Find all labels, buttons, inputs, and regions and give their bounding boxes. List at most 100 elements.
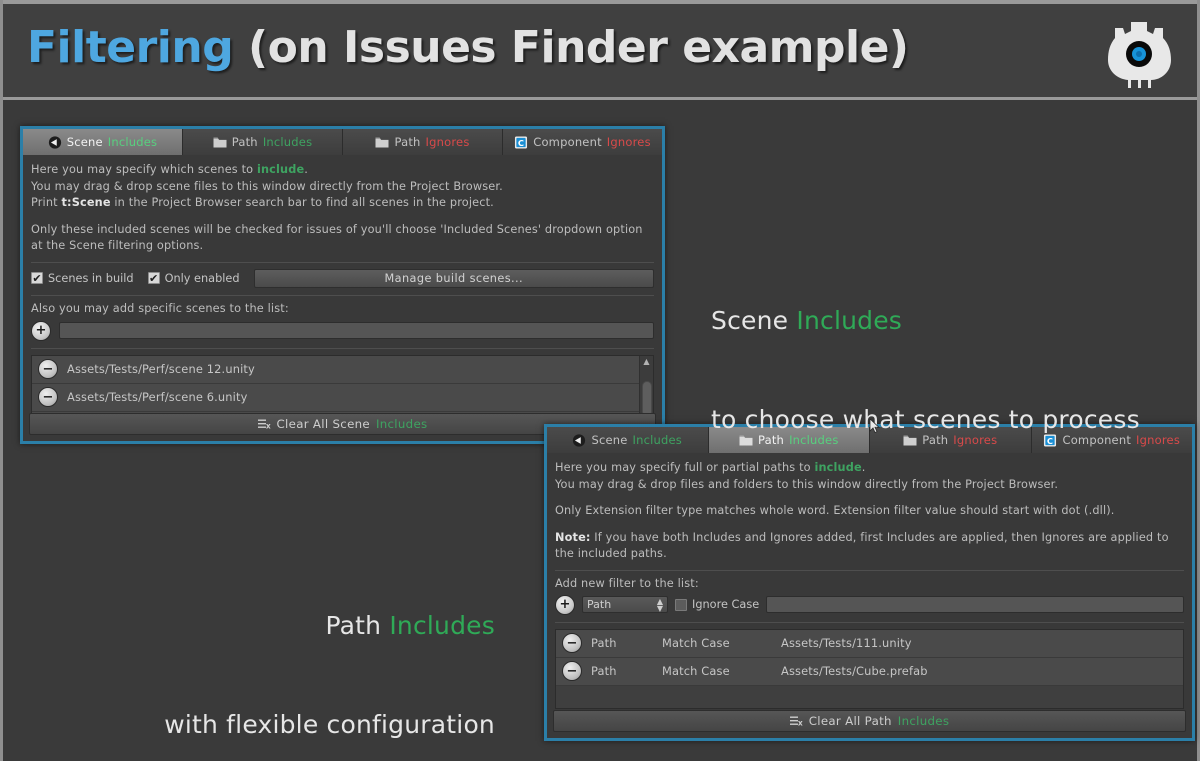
clear-list-icon: x xyxy=(789,716,803,727)
chevron-updown-icon: ▲ ▼ xyxy=(656,596,663,613)
checkbox-label: Ignore Case xyxy=(692,598,760,611)
filter-case: Match Case xyxy=(662,636,730,650)
desc-line-4: Only these included scenes will be check… xyxy=(31,222,643,253)
checkbox-ignore-case[interactable]: Ignore Case xyxy=(675,598,759,611)
divider xyxy=(31,294,654,296)
path-add-row: + Path ▲ ▼ Ignore Case xyxy=(555,594,1184,615)
header-banner: Filtering (on Issues Finder example) xyxy=(3,0,1197,100)
unity-logo-icon xyxy=(573,433,586,447)
tab-label-word2: Includes xyxy=(262,135,313,149)
tab-label-word2: Includes xyxy=(632,433,682,447)
divider xyxy=(555,621,1184,623)
tab-label-word2: Ignores xyxy=(1136,433,1181,447)
table-row[interactable]: − Assets/Tests/Perf/scene 6.unity xyxy=(32,383,653,412)
scene-panel-tabbar: Scene Includes Path Includes Path Ignore… xyxy=(23,129,662,155)
divider xyxy=(555,569,1184,571)
desc-line1-pre: Here you may specify which scenes to xyxy=(31,163,257,176)
desc-line-2: You may drag & drop scene files to this … xyxy=(31,179,503,193)
scrollbar-thumb[interactable] xyxy=(642,380,652,417)
scene-build-options-row: ✔ Scenes in build ✔ Only enabled Manage … xyxy=(31,268,654,288)
checkbox-mark: ✔ xyxy=(147,271,160,285)
checkbox-label: Scenes in build xyxy=(48,271,134,285)
filter-case: Match Case xyxy=(662,664,730,678)
cs-script-icon: C xyxy=(515,135,528,149)
desc-line-1: Here you may specify which scenes to inc… xyxy=(31,162,654,179)
desc-line-4: Note: If you have both Includes and Igno… xyxy=(555,530,1184,563)
annotation-line-2: with flexible configuration xyxy=(164,710,495,739)
remove-filter-button[interactable]: − xyxy=(562,633,582,653)
clear-all-label: Clear All Path xyxy=(808,714,892,728)
tab-scene-includes[interactable]: Scene Includes xyxy=(23,129,183,155)
remove-filter-button[interactable]: − xyxy=(562,661,582,681)
scene-panel-body: Here you may specify which scenes to inc… xyxy=(23,155,662,431)
folder-icon xyxy=(375,137,389,147)
tab-scene-includes[interactable]: Scene Includes xyxy=(547,427,709,453)
desc-line3-pre: Print xyxy=(31,196,62,209)
table-row[interactable]: − Path Match Case Assets/Tests/Cube.pref… xyxy=(556,657,1183,686)
tab-label-word1: Path xyxy=(231,135,258,149)
remove-scene-button[interactable]: − xyxy=(38,387,58,407)
tab-label-word1: Component xyxy=(533,135,602,149)
filter-type: Path xyxy=(591,664,617,678)
filter-value: Assets/Tests/Cube.prefab xyxy=(781,664,928,678)
clear-all-green: Includes xyxy=(897,714,950,728)
filter-type-select[interactable]: Path ▲ ▼ xyxy=(582,596,668,613)
tab-label-word2: Includes xyxy=(107,135,158,149)
checkbox-mark: ✔ xyxy=(31,271,43,285)
clear-all-green: Includes xyxy=(375,417,428,431)
clear-all-label: Clear All Scene xyxy=(276,417,370,431)
annotation-line-1: Scene Includes xyxy=(711,304,1140,337)
checkbox-scenes-in-build[interactable]: ✔ Scenes in build xyxy=(31,272,134,285)
desc-line3-bold: t:Scene xyxy=(61,196,111,209)
tab-label-word2: Ignores xyxy=(425,135,470,149)
annotation-line-2: to choose what scenes to process xyxy=(711,405,1140,434)
checkbox-label: Only enabled xyxy=(164,271,240,285)
clear-all-path-includes-button[interactable]: x Clear All Path Includes xyxy=(553,710,1186,732)
filter-list: − Path Match Case Assets/Tests/111.unity… xyxy=(555,628,1184,709)
clear-list-icon: x xyxy=(257,419,270,430)
page-title-highlight: Filtering xyxy=(27,22,234,73)
manage-build-scenes-button[interactable]: Manage build scenes... xyxy=(253,268,654,288)
tab-label-word1: Scene xyxy=(66,135,103,149)
scroll-up-icon[interactable]: ▲ xyxy=(643,356,649,367)
annotation-path-includes: Path Includes with flexible configuratio… xyxy=(73,543,495,761)
remove-scene-button[interactable]: − xyxy=(38,359,58,379)
svg-text:x: x xyxy=(798,718,803,726)
scene-add-row: + xyxy=(31,320,654,341)
checkbox-only-enabled[interactable]: ✔ Only enabled xyxy=(147,271,240,285)
filter-type: Path xyxy=(591,636,617,650)
annotation-green: Includes xyxy=(389,611,495,640)
add-filter-input[interactable] xyxy=(766,596,1184,613)
scene-description: Here you may specify which scenes to inc… xyxy=(31,162,654,255)
table-row[interactable]: − Assets/Tests/Perf/scene 12.unity xyxy=(32,355,653,384)
page-title: Filtering (on Issues Finder example) xyxy=(27,22,909,73)
desc-line1-green: include xyxy=(256,163,305,176)
page-title-rest: (on Issues Finder example) xyxy=(233,22,909,73)
scene-path: Assets/Tests/Perf/scene 12.unity xyxy=(67,362,255,376)
annotation-green: Includes xyxy=(796,306,903,335)
screenshot-root: Filtering (on Issues Finder example) Sce… xyxy=(0,0,1200,761)
annotation-line-1: Path Includes xyxy=(73,609,495,642)
annotation-pre: Scene xyxy=(711,306,797,335)
table-row[interactable]: − Path Match Case Assets/Tests/111.unity xyxy=(556,629,1183,658)
svg-text:x: x xyxy=(265,421,270,429)
desc-note-post: If you have both Includes and Ignores ad… xyxy=(555,530,1169,561)
divider xyxy=(31,347,654,349)
tab-component-ignores[interactable]: C Component Ignores xyxy=(503,129,662,155)
tab-path-includes[interactable]: Path Includes xyxy=(183,129,343,155)
scene-path: Assets/Tests/Perf/scene 6.unity xyxy=(67,390,248,404)
add-scene-input[interactable] xyxy=(59,322,654,339)
desc-line1-post: . xyxy=(304,163,309,176)
checkbox-mark xyxy=(675,598,687,611)
tab-label-word1: Scene xyxy=(591,433,628,447)
svg-text:C: C xyxy=(518,137,524,147)
annotation-pre: Path xyxy=(325,611,390,640)
add-scene-button[interactable]: + xyxy=(31,320,51,341)
filter-value: Assets/Tests/111.unity xyxy=(781,636,912,650)
scrollbar-track[interactable] xyxy=(640,367,653,419)
tab-path-ignores[interactable]: Path Ignores xyxy=(343,129,503,155)
desc-line-3: Print t:Scene in the Project Browser sea… xyxy=(31,195,654,212)
robot-gear-head-icon xyxy=(1108,22,1171,88)
add-filter-button[interactable]: + xyxy=(555,594,575,615)
tab-label-word1: Path xyxy=(394,135,421,149)
